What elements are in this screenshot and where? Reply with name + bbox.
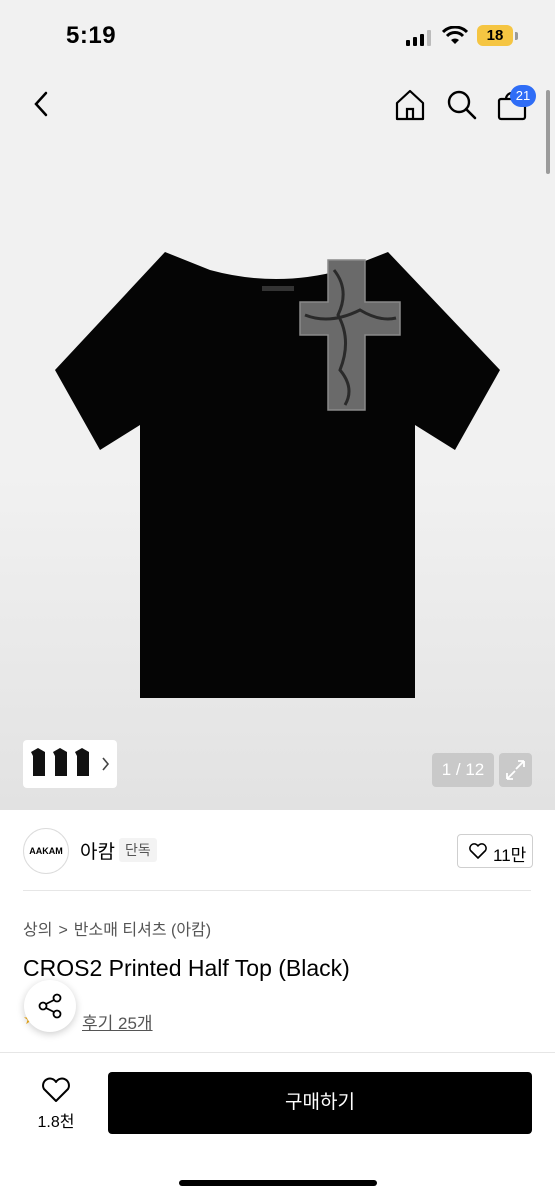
scrollbar[interactable] xyxy=(546,90,550,174)
breadcrumb-category[interactable]: 상의 xyxy=(23,922,52,939)
brand-logo[interactable]: AAKAM xyxy=(23,828,69,874)
exclusive-tag: 단독 xyxy=(119,838,157,862)
battery-tip xyxy=(515,32,518,40)
brand-name[interactable]: 아캄 xyxy=(80,837,115,864)
breadcrumb-subcategory[interactable]: 반소매 티셔츠 (아캄) xyxy=(74,922,211,939)
back-icon xyxy=(34,91,48,117)
heart-icon xyxy=(469,843,487,859)
battery-icon: 18 xyxy=(477,25,513,46)
divider xyxy=(23,890,531,891)
buy-button[interactable]: 구매하기 xyxy=(108,1072,532,1134)
status-time: 5:19 xyxy=(66,22,117,49)
expand-button[interactable] xyxy=(499,753,532,787)
expand-icon xyxy=(506,760,525,780)
chevron-right-icon xyxy=(102,757,110,771)
product-image xyxy=(55,252,500,698)
home-icon xyxy=(395,89,425,121)
back-button[interactable] xyxy=(28,88,56,120)
breadcrumb: 상의 > 반소매 티셔츠 (아캄) xyxy=(23,916,211,940)
brand-like-button[interactable]: 11만 xyxy=(457,834,533,868)
wishlist-button[interactable]: 1.8천 xyxy=(26,1072,86,1132)
signal-icon xyxy=(406,30,432,46)
search-button[interactable] xyxy=(445,88,479,122)
breadcrumb-separator: > xyxy=(58,922,68,939)
heart-icon xyxy=(42,1077,70,1102)
brand-like-count: 11만 xyxy=(493,846,527,865)
home-button[interactable] xyxy=(393,88,427,122)
thumbnail-images xyxy=(31,748,110,776)
thumbnail-strip[interactable] xyxy=(23,740,117,788)
wishlist-count: 1.8천 xyxy=(37,1114,75,1131)
share-icon xyxy=(38,993,62,1019)
home-indicator xyxy=(179,1180,377,1186)
image-counter: 1 / 12 xyxy=(432,753,494,787)
review-link[interactable]: 후기 25개 xyxy=(82,1009,153,1034)
share-button[interactable] xyxy=(24,980,76,1032)
cart-count-badge: 21 xyxy=(510,85,536,107)
product-title: CROS2 Printed Half Top (Black) xyxy=(23,955,350,981)
search-icon xyxy=(447,90,477,120)
wifi-icon xyxy=(441,25,469,46)
